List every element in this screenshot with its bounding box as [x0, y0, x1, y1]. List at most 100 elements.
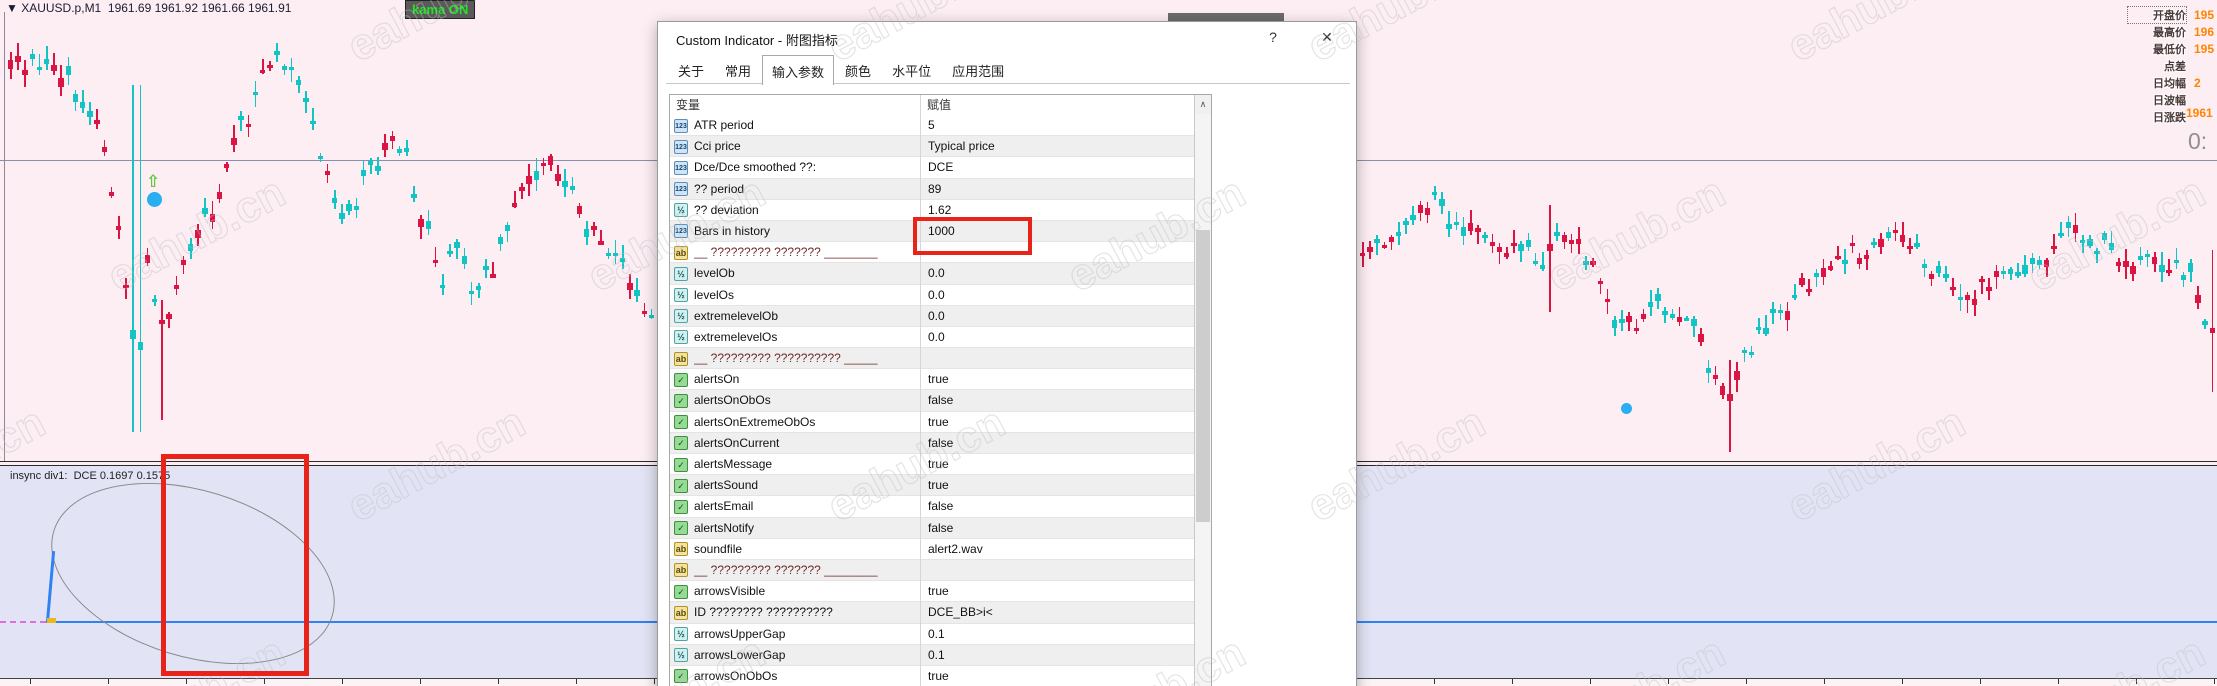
param-value[interactable]: Typical price — [920, 136, 1194, 158]
param-row[interactable]: ab ID ???????? ?????????? DCE_BB>i< — [670, 602, 1194, 624]
candle-body — [2173, 259, 2179, 264]
tab-3[interactable]: 输入参数 — [762, 55, 835, 85]
candle-body — [1820, 268, 1827, 278]
param-row[interactable]: ✓ alertsOn true — [670, 369, 1194, 391]
param-value[interactable]: false — [920, 432, 1194, 454]
candle-body — [1849, 242, 1855, 247]
param-row[interactable]: 123 ?? period 89 — [670, 178, 1194, 200]
param-value[interactable]: DCE_BB>i< — [920, 602, 1194, 624]
candle-body — [166, 313, 172, 319]
param-value[interactable]: DCE — [920, 157, 1194, 179]
param-value[interactable]: 0.0 — [920, 305, 1194, 327]
param-value[interactable]: 5 — [920, 115, 1194, 137]
candle-body — [1417, 204, 1423, 213]
parameters-table: 变量 赋值 123 ATR period 5 123 Cci price Typical … — [669, 94, 1212, 686]
param-row[interactable]: 123 ATR period 5 — [670, 115, 1194, 137]
candle-body — [310, 120, 316, 125]
param-value[interactable]: 89 — [920, 178, 1194, 200]
dbl-type-icon: ½ — [674, 266, 688, 281]
param-value[interactable]: 0.0 — [920, 284, 1194, 306]
candle-body — [1648, 301, 1654, 307]
param-label: __ ????????? ??????? ________ — [694, 562, 878, 577]
param-value[interactable]: true — [920, 454, 1194, 476]
str-type-icon: ab — [674, 245, 688, 260]
param-label: levelOb — [694, 266, 735, 281]
param-value[interactable]: 0.0 — [920, 326, 1194, 349]
candle-body — [1619, 319, 1625, 323]
param-row[interactable]: ½ arrowsLowerGap 0.1 — [670, 644, 1194, 666]
candle-body — [2116, 262, 2122, 266]
param-value[interactable]: true — [920, 581, 1194, 603]
scrollbar-up-arrow[interactable]: ∧ — [1195, 95, 1211, 114]
param-value[interactable]: true — [920, 411, 1194, 433]
candle-body — [116, 226, 122, 230]
candle-body — [612, 252, 619, 256]
tab-4[interactable]: 颜色 — [835, 56, 881, 84]
candle-body — [2123, 261, 2129, 267]
param-row[interactable]: ✓ alertsMessage true — [670, 454, 1194, 476]
param-value[interactable]: alert2.wav — [920, 538, 1194, 560]
param-value[interactable]: 0.0 — [920, 263, 1194, 285]
param-row[interactable]: ✓ alertsOnCurrent false — [670, 432, 1194, 454]
table-scrollbar[interactable]: ∧ — [1194, 95, 1211, 686]
param-row[interactable]: ½ arrowsUpperGap 0.1 — [670, 623, 1194, 645]
param-value[interactable] — [920, 559, 1194, 582]
param-row[interactable]: ✓ arrowsOnObOs true — [670, 665, 1194, 686]
kama-status-badge[interactable]: kama ON — [405, 0, 476, 19]
candle-body — [2202, 320, 2208, 325]
param-row[interactable]: ✓ alertsOnExtremeObOs true — [670, 411, 1194, 433]
candle-body — [1583, 261, 1589, 265]
param-row[interactable]: ✓ alertsSound true — [670, 475, 1194, 497]
tab-1[interactable]: 关于 — [668, 56, 714, 84]
time-tick — [654, 679, 655, 684]
param-row[interactable]: ab __ ????????? ??????? ________ — [670, 559, 1194, 582]
param-row[interactable]: 123 Cci price Typical price — [670, 136, 1194, 158]
param-row[interactable]: ½ extremelevelOb 0.0 — [670, 305, 1194, 327]
param-label: ID ???????? ?????????? — [694, 605, 833, 620]
param-value[interactable]: false — [920, 496, 1194, 518]
param-value[interactable]: false — [920, 517, 1194, 539]
param-row[interactable]: ½ levelOb 0.0 — [670, 263, 1194, 285]
tab-5[interactable]: 水平位 — [882, 56, 941, 84]
param-value[interactable]: true — [920, 369, 1194, 391]
candle-body — [1914, 243, 1920, 247]
param-row[interactable]: ½ levelOs 0.0 — [670, 284, 1194, 306]
param-row[interactable]: ab __ ????????? ?????????? _____ — [670, 348, 1194, 370]
param-row[interactable]: ✓ arrowsVisible true — [670, 581, 1194, 603]
candle-body — [447, 250, 453, 255]
param-value[interactable]: false — [920, 390, 1194, 412]
candle-body — [1388, 237, 1395, 242]
tab-6[interactable]: 应用范围 — [942, 56, 1014, 84]
quote-legend-row: 最低价 195 — [2128, 40, 2214, 57]
candle-body — [1900, 234, 1906, 242]
quote-legend-row: 点差 — [2128, 57, 2214, 74]
candle-body — [1626, 315, 1632, 323]
candle-body — [598, 241, 604, 245]
candle-body — [1612, 320, 1618, 328]
quote-legend-value: 195 — [2194, 41, 2215, 56]
dbl-type-icon: ½ — [674, 203, 688, 218]
param-row[interactable]: ✓ alertsEmail false — [670, 496, 1194, 518]
param-value[interactable]: 0.1 — [920, 623, 1194, 645]
param-value[interactable] — [920, 348, 1194, 370]
quote-legend-row: 最高价 196 — [2128, 23, 2214, 40]
tab-2[interactable]: 常用 — [715, 56, 761, 84]
param-value[interactable]: true — [920, 475, 1194, 497]
param-row[interactable]: ✓ alertsOnObOs false — [670, 390, 1194, 412]
param-label: alertsMessage — [694, 457, 773, 471]
param-row[interactable]: 123 Dce/Dce smoothed ??: DCE — [670, 157, 1194, 179]
param-row[interactable]: ✓ alertsNotify false — [670, 517, 1194, 539]
param-value[interactable]: 0.1 — [920, 644, 1194, 666]
dialog-close-button[interactable]: ✕ — [1312, 26, 1342, 48]
candle-wick — [1549, 205, 1551, 312]
time-tick — [498, 679, 499, 684]
param-row[interactable]: ½ extremelevelOs 0.0 — [670, 326, 1194, 349]
candle-body — [44, 58, 50, 64]
param-row[interactable]: ab soundfile alert2.wav — [670, 538, 1194, 560]
dialog-titlebar[interactable]: Custom Indicator - 附图指标 ? ✕ — [658, 22, 1356, 52]
dialog-help-button[interactable]: ? — [1258, 26, 1288, 48]
scrollbar-thumb[interactable] — [1196, 230, 1210, 522]
quote-legend-label: 最低价 — [2153, 43, 2186, 56]
candle-body — [1950, 286, 1956, 291]
param-value[interactable]: true — [920, 665, 1194, 686]
